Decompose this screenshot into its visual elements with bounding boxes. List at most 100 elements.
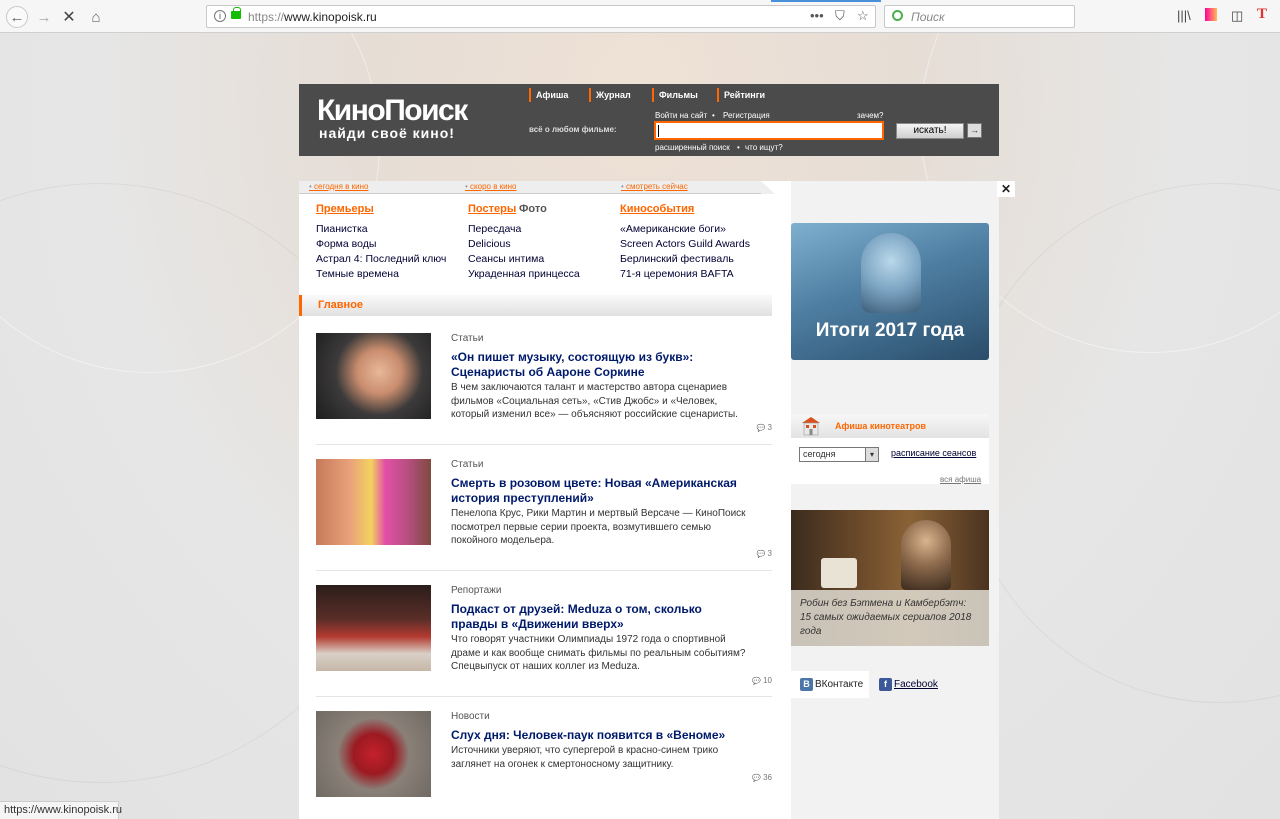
nav-afisha[interactable]: Афиша — [529, 88, 568, 102]
article-category[interactable]: Статьи — [451, 333, 483, 344]
all-afisha-link[interactable]: вся афиша — [940, 475, 981, 484]
list-item[interactable]: Украденная принцесса — [468, 267, 580, 282]
extension-icon[interactable] — [1205, 8, 1217, 21]
list-item[interactable]: «Американские боги» — [620, 222, 750, 237]
search-button[interactable]: искать! — [896, 123, 964, 139]
events-list: «Американские боги» Screen Actors Guild … — [620, 222, 750, 282]
comment-count[interactable]: 3 — [757, 549, 772, 558]
schedule-link[interactable]: расписание сеансов — [891, 448, 976, 458]
url-text[interactable]: https://www.kinopoisk.ru — [248, 10, 377, 24]
article-title[interactable]: «Он пишет музыку, состоящую из букв»: Сц… — [451, 350, 751, 380]
list-item[interactable]: Delicious — [468, 237, 580, 252]
nav-films[interactable]: Фильмы — [652, 88, 698, 102]
login-link[interactable]: Войти на сайт — [655, 111, 707, 120]
list-item[interactable]: Пересдача — [468, 222, 580, 237]
section-title: Главное — [318, 299, 364, 311]
why-link[interactable]: зачем? — [857, 111, 884, 120]
comment-count[interactable]: 36 — [752, 773, 772, 782]
stop-icon[interactable]: ✕ — [58, 6, 80, 28]
site-logo[interactable]: КиноПоиск — [317, 96, 468, 126]
vk-icon[interactable]: B — [800, 678, 813, 691]
tab-watch-now[interactable]: смотреть сейчас — [621, 182, 688, 191]
article-category[interactable]: Репортажи — [451, 585, 501, 596]
article-category[interactable]: Статьи — [451, 459, 483, 470]
search-placeholder: Поиск — [911, 10, 945, 24]
article-title[interactable]: Смерть в розовом цвете: Новая «Американс… — [451, 476, 751, 506]
facebook-label[interactable]: Facebook — [894, 679, 938, 690]
tab-today[interactable]: сегодня в кино — [309, 182, 368, 191]
page-actions-icon[interactable]: ••• — [810, 8, 824, 23]
comment-count[interactable]: 3 — [757, 423, 772, 432]
list-item[interactable]: Берлинский фестиваль — [620, 252, 750, 267]
article-summary: Что говорят участники Олимпиады 1972 год… — [451, 634, 746, 672]
article-title[interactable]: Слух дня: Человек-паук появится в «Веном… — [451, 728, 751, 743]
nav-ratings[interactable]: Рейтинги — [717, 88, 765, 102]
vk-label[interactable]: ВКонтакте — [815, 679, 863, 690]
events-title[interactable]: Кинособытия — [620, 203, 694, 215]
site-search-input[interactable] — [654, 121, 884, 140]
address-bar[interactable]: i https://www.kinopoisk.ru ••• ⛉ ☆ — [206, 5, 876, 28]
article-summary: Источники уверяют, что супергерой в крас… — [451, 745, 719, 770]
comment-count[interactable]: 10 — [752, 676, 772, 685]
what-search-link[interactable]: что ищут? — [745, 143, 783, 152]
list-item[interactable]: Сеансы интима — [468, 252, 580, 267]
sidebar: Итоги 2017 года Афиша кинотеатров сегодн… — [791, 181, 999, 819]
bookmark-star-icon[interactable]: ☆ — [857, 8, 869, 24]
sidebar-toggle-icon[interactable]: ◫ — [1231, 8, 1243, 24]
posters-title[interactable]: Постеры — [468, 203, 516, 215]
go-arrow-icon[interactable]: → — [967, 123, 982, 138]
tab-accent — [771, 0, 881, 2]
article-thumbnail[interactable] — [316, 459, 431, 545]
search-label: всё о любом фильме: — [529, 125, 617, 134]
search-engine-icon — [892, 10, 903, 21]
register-link[interactable]: Регистрация — [723, 111, 770, 120]
day-select[interactable]: сегодня — [799, 447, 879, 462]
article-category[interactable]: Новости — [451, 711, 490, 722]
forward-arrow-icon[interactable]: → — [33, 6, 55, 28]
cinema-building-icon — [802, 417, 820, 436]
site-tagline: найди своё кино! — [319, 125, 455, 141]
pocket-icon[interactable]: ⛉ — [835, 8, 845, 24]
advanced-search-link[interactable]: расширенный поиск — [655, 143, 730, 152]
library-icon[interactable]: |||\ — [1177, 8, 1191, 23]
list-item[interactable]: Астрал 4: Последний ключ — [316, 252, 446, 267]
search-bar[interactable]: Поиск — [884, 5, 1075, 28]
article-title[interactable]: Подкаст от друзей: Meduza о том, сколько… — [451, 602, 751, 632]
browser-toolbar: ← → ✕ ⌂ i https://www.kinopoisk.ru ••• ⛉… — [0, 0, 1280, 33]
photo-title[interactable]: Фото — [519, 203, 547, 215]
list-item[interactable]: Темные времена — [316, 267, 446, 282]
article-summary: Пенелопа Крус, Рики Мартин и мертвый Вер… — [451, 508, 746, 546]
article-item: Новости Слух дня: Человек-паук появится … — [316, 711, 772, 811]
cinema-tabs: сегодня в кино скоро в кино смотреть сей… — [299, 181, 774, 194]
list-item[interactable]: Screen Actors Guild Awards — [620, 237, 750, 252]
info-icon[interactable]: i — [214, 10, 226, 22]
posters-list: Пересдача Delicious Сеансы интима Украде… — [468, 222, 580, 282]
facebook-icon[interactable]: f — [879, 678, 892, 691]
promo-title[interactable]: Итоги 2017 года — [791, 320, 989, 342]
list-item[interactable]: 71-я церемония BAFTA — [620, 267, 750, 282]
article-item: Репортажи Подкаст от друзей: Meduza о то… — [316, 585, 772, 697]
site-header: КиноПоиск найди своё кино! Афиша Журнал … — [299, 84, 999, 156]
tab-soon[interactable]: скоро в кино — [465, 182, 516, 191]
translate-extension-icon[interactable]: T — [1257, 6, 1267, 23]
premieres-list: Пианистка Форма воды Астрал 4: Последний… — [316, 222, 446, 282]
list-item[interactable]: Пианистка — [316, 222, 446, 237]
article-thumbnail[interactable] — [316, 585, 431, 671]
afisha-widget: Афиша кинотеатров сегодня расписание сеа… — [791, 414, 989, 484]
series-promo[interactable]: Робин без Бэтмена и Камбербэтч: 15 самых… — [791, 510, 989, 646]
article-item: Статьи «Он пишет музыку, состоящую из бу… — [316, 333, 772, 445]
list-item[interactable]: Форма воды — [316, 237, 446, 252]
social-widget: B ВКонтакте f Facebook — [791, 671, 989, 819]
lock-icon[interactable] — [231, 7, 241, 19]
status-bar: https://www.kinopoisk.ru — [0, 801, 122, 819]
home-icon[interactable]: ⌂ — [85, 6, 107, 28]
promo-banner[interactable]: Итоги 2017 года — [791, 223, 989, 360]
afisha-title[interactable]: Афиша кинотеатров — [835, 421, 926, 431]
article-thumbnail[interactable] — [316, 711, 431, 797]
close-icon[interactable]: ✕ — [997, 181, 1015, 197]
nav-journal[interactable]: Журнал — [589, 88, 631, 102]
back-arrow-icon[interactable]: ← — [6, 6, 28, 28]
series-promo-caption[interactable]: Робин без Бэтмена и Камбербэтч: 15 самых… — [791, 590, 989, 646]
article-thumbnail[interactable] — [316, 333, 431, 419]
premieres-title[interactable]: Премьеры — [316, 203, 374, 215]
